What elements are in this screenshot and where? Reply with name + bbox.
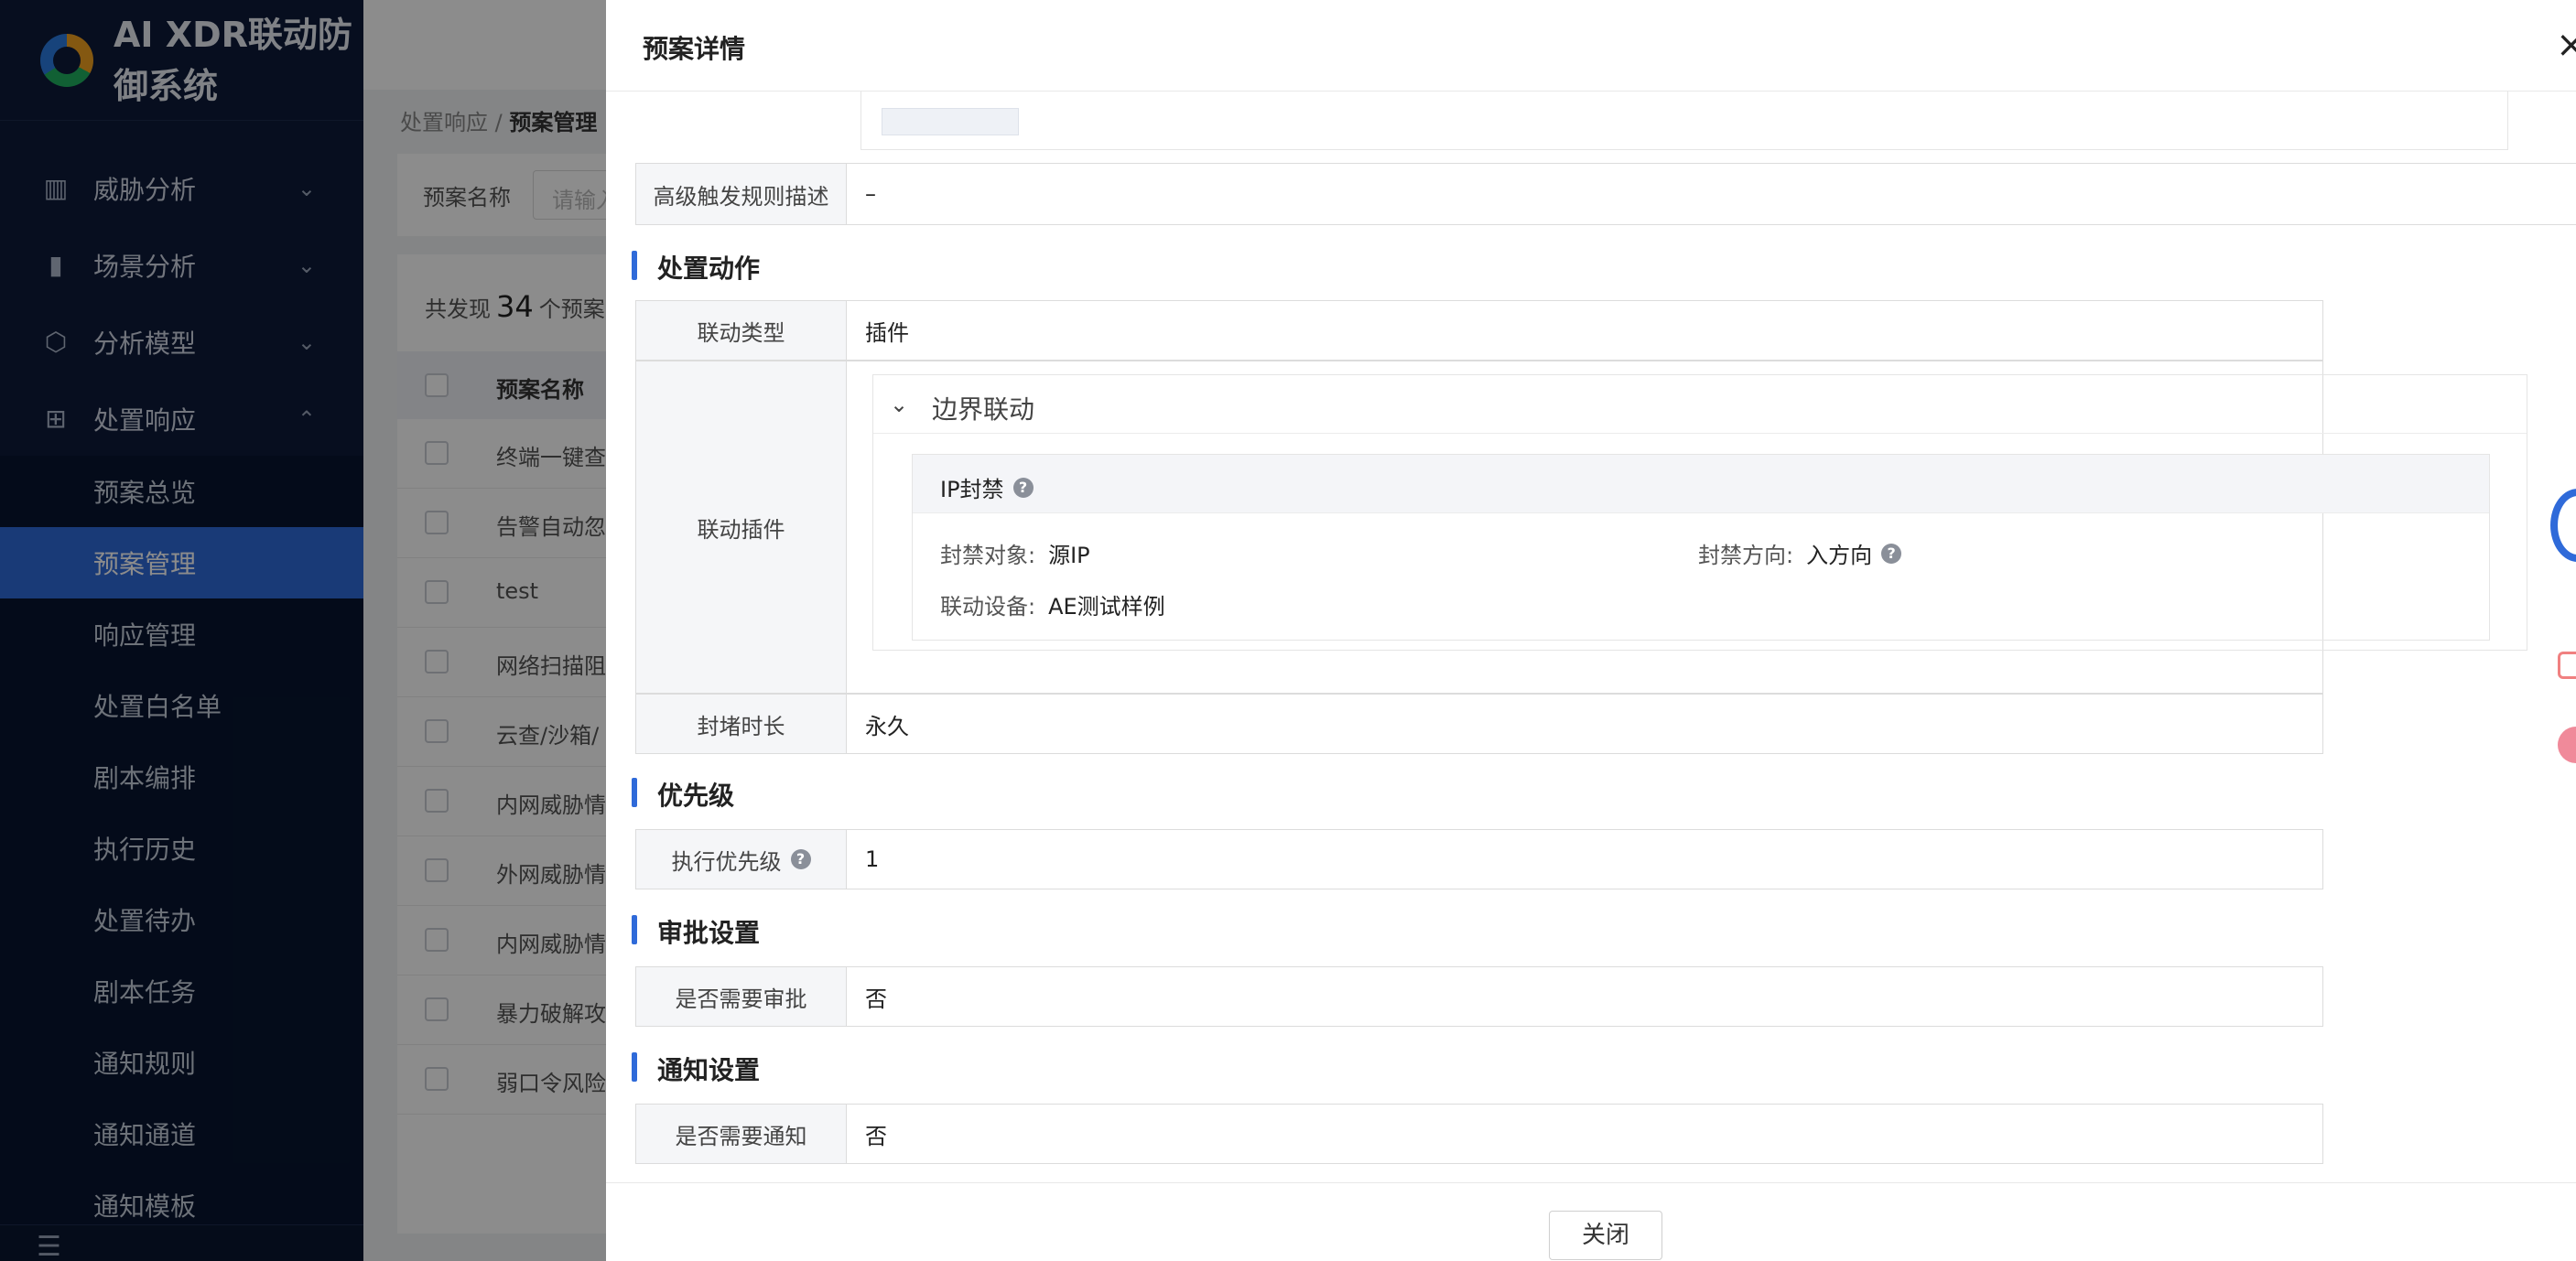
row-priority: 执行优先级 ? 1 [635,829,2323,889]
section-title-priority: 优先级 [632,776,734,811]
field-block-direction: 封禁方向: 入方向 ? [1698,537,1902,569]
grid-float-icon[interactable] [2558,652,2576,679]
previous-section-remnant [860,92,2508,150]
plugin-group-panel: ⌄ 边界联动 IP封禁 ? 封禁对象: 源IP 封禁方向: 入方向 ? 联动设备… [872,374,2527,651]
plugin-card: IP封禁 ? 封禁对象: 源IP 封禁方向: 入方向 ? 联动设备: AE测试样… [912,454,2490,641]
row-approval: 是否需要审批 否 [635,966,2323,1027]
priority-label: 执行优先级 [671,848,782,875]
notify-label: 是否需要通知 [636,1105,847,1163]
block-target-value: 源IP [1048,543,1090,568]
section-title-notify: 通知设置 [632,1051,760,1085]
help-icon[interactable]: ? [1012,477,1034,498]
row-link-plugin: 联动插件 ⌄ 边界联动 IP封禁 ? 封禁对象: 源IP 封禁方向: 入方向 ?… [635,361,2527,694]
block-duration-label: 封堵时长 [636,695,847,753]
plan-detail-drawer: 预案详情 × 高级触发规则描述 – 处置动作 联动类型 插件 联动插件 ⌄ 边界… [606,0,2576,1261]
block-target-label: 封禁对象: [940,543,1036,568]
link-type-label: 联动类型 [636,301,847,360]
block-direction-value: 入方向 [1806,543,1873,568]
link-plugin-label: 联动插件 [636,361,847,693]
close-icon[interactable]: × [2556,24,2576,66]
block-direction-label: 封禁方向: [1698,543,1794,568]
help-icon[interactable]: ? [790,849,811,869]
link-device-value: AE测试样例 [1048,594,1165,620]
priority-label-cell: 执行优先级 ? [636,830,847,889]
drawer-header: 预案详情 × [606,0,2576,92]
approval-value: 否 [865,986,887,1012]
link-device-label: 联动设备: [940,594,1036,620]
plugin-group-title: 边界联动 [932,394,1035,425]
section-title-action: 处置动作 [632,249,760,284]
approval-label: 是否需要审批 [636,967,847,1026]
advanced-rule-value: – [865,181,876,207]
notify-value: 否 [865,1123,887,1149]
chevron-down-icon[interactable]: ⌄ [890,392,908,417]
field-block-target: 封禁对象: 源IP [940,537,1090,569]
advanced-rule-label: 高级触发规则描述 [636,164,847,224]
drawer-body: 高级触发规则描述 – 处置动作 联动类型 插件 联动插件 ⌄ 边界联动 IP封禁… [606,92,2576,1182]
priority-value: 1 [865,846,880,872]
block-duration-value: 永久 [865,713,909,739]
plugin-card-header: IP封禁 ? [913,455,2489,513]
help-icon[interactable]: ? [1881,543,1902,564]
section-title-approval: 审批设置 [632,913,760,948]
plugin-card-title: IP封禁 [940,477,1004,502]
link-type-value: 插件 [865,319,909,346]
row-advanced-rule: 高级触发规则描述 – [635,163,2576,225]
close-button[interactable]: 关闭 [1549,1211,1662,1260]
field-link-device: 联动设备: AE测试样例 [940,588,1165,620]
row-link-type: 联动类型 插件 [635,300,2323,361]
drawer-title: 预案详情 [643,34,746,64]
plugin-group-header[interactable]: ⌄ 边界联动 [873,375,2527,434]
row-block-duration: 封堵时长 永久 [635,694,2323,754]
drawer-footer: 关闭 [606,1182,2576,1261]
row-notify: 是否需要通知 否 [635,1104,2323,1164]
tag-chip [882,108,1019,135]
